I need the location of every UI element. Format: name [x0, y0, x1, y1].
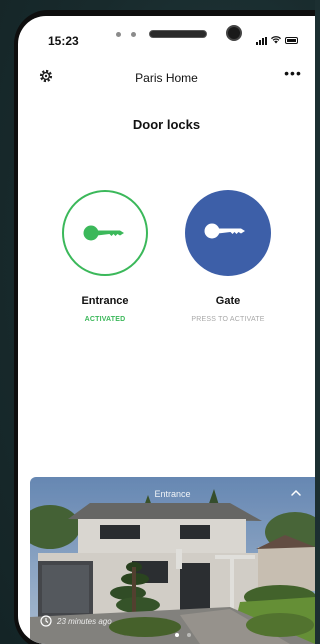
page-dot-active[interactable] — [175, 633, 179, 637]
camera-preview[interactable]: Entrance 23 minutes ago — [30, 477, 315, 644]
speaker-grille — [149, 30, 207, 38]
app-screen: 15:23 Paris Home ••• Door locks Entrance… — [18, 16, 315, 644]
lock-entrance[interactable]: Entrance ACTIVATED — [55, 190, 155, 323]
front-camera — [226, 25, 242, 41]
sensor-dot — [116, 32, 121, 37]
lock-status: ACTIVATED — [84, 316, 126, 323]
signal-icon — [256, 36, 267, 45]
lock-status: PRESS TO ACTIVATE — [191, 316, 265, 323]
status-time: 15:23 — [48, 34, 79, 48]
wifi-icon — [271, 36, 281, 45]
app-header: Paris Home ••• — [18, 66, 315, 92]
page-title: Door locks — [132, 117, 201, 132]
pagination-dots[interactable] — [175, 633, 191, 637]
lock-gate-button[interactable] — [185, 190, 271, 276]
last-update-text: 23 minutes ago — [57, 616, 112, 626]
notch-dots — [116, 32, 136, 37]
lock-name: Entrance — [81, 295, 129, 307]
lock-gate[interactable]: Gate PRESS TO ACTIVATE — [178, 190, 278, 323]
home-name[interactable]: Paris Home — [18, 71, 315, 85]
system-icons — [256, 36, 298, 45]
key-icon — [83, 225, 124, 241]
more-options-icon[interactable]: ••• — [281, 66, 305, 84]
lock-entrance-button[interactable] — [62, 190, 148, 276]
key-icon — [204, 223, 245, 239]
chevron-up-icon[interactable] — [288, 485, 304, 501]
camera-label: Entrance — [154, 489, 191, 499]
battery-icon — [285, 37, 298, 44]
page-dot[interactable] — [187, 633, 191, 637]
camera-timestamp: 23 minutes ago — [40, 615, 112, 627]
status-bar: 15:23 — [18, 16, 315, 60]
lock-name: Gate — [215, 295, 241, 307]
clock-icon — [40, 615, 52, 627]
sensor-dot — [131, 32, 136, 37]
